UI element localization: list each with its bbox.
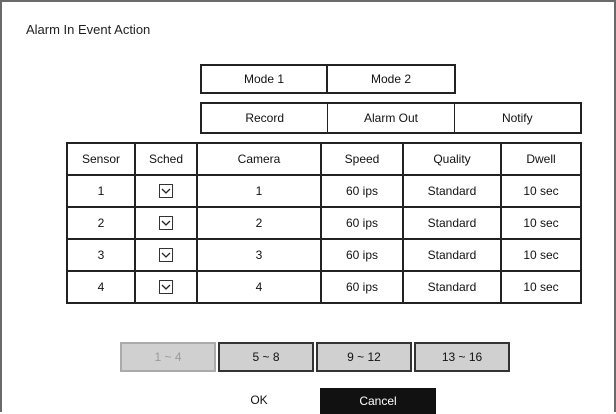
header-dwell: Dwell: [500, 142, 582, 176]
check-icon: [161, 188, 171, 195]
quality-cell[interactable]: Standard: [402, 206, 502, 240]
camera-cell[interactable]: 1: [196, 174, 322, 208]
sensor-cell: 4: [66, 270, 136, 304]
sensor-cell: 3: [66, 238, 136, 272]
table-row: 4 4 60 ips Standard 10 sec: [66, 270, 582, 304]
sensor-cell: 1: [66, 174, 136, 208]
quality-cell[interactable]: Standard: [402, 270, 502, 304]
camera-cell[interactable]: 4: [196, 270, 322, 304]
mode-1-label: Mode 1: [243, 72, 285, 86]
dwell-cell[interactable]: 10 sec: [500, 206, 582, 240]
page-9-12-label: 9 ~ 12: [347, 350, 381, 364]
header-speed: Speed: [320, 142, 404, 176]
header-sensor: Sensor: [66, 142, 136, 176]
table-row: 1 1 60 ips Standard 10 sec: [66, 174, 582, 208]
sched-cell[interactable]: [134, 238, 198, 272]
page-1-4-button[interactable]: 1 ~ 4: [120, 342, 216, 372]
cancel-button[interactable]: Cancel: [320, 388, 436, 414]
sched-checkbox[interactable]: [159, 184, 173, 199]
mode-2-label: Mode 2: [370, 72, 412, 86]
header-camera: Camera: [196, 142, 322, 176]
quality-cell[interactable]: Standard: [402, 238, 502, 272]
speed-cell[interactable]: 60 ips: [320, 206, 404, 240]
mode-2-tab[interactable]: Mode 2: [326, 64, 456, 94]
check-icon: [161, 220, 171, 227]
page-5-8-button[interactable]: 5 ~ 8: [218, 342, 314, 372]
header-sched: Sched: [134, 142, 198, 176]
camera-cell[interactable]: 2: [196, 206, 322, 240]
speed-cell[interactable]: 60 ips: [320, 238, 404, 272]
dwell-cell[interactable]: 10 sec: [500, 174, 582, 208]
header-quality: Quality: [402, 142, 502, 176]
tab-notify[interactable]: Notify: [455, 104, 580, 132]
sched-checkbox[interactable]: [159, 280, 173, 295]
table-row: 3 3 60 ips Standard 10 sec: [66, 238, 582, 272]
dialog-title: Alarm In Event Action: [26, 22, 151, 37]
sched-cell[interactable]: [134, 174, 198, 208]
tab-alarm-out-label: Alarm Out: [363, 111, 418, 125]
table-row: 2 2 60 ips Standard 10 sec: [66, 206, 582, 240]
tab-record[interactable]: Record: [202, 104, 329, 132]
sensor-cell: 2: [66, 206, 136, 240]
check-icon: [161, 284, 171, 291]
speed-cell[interactable]: 60 ips: [320, 270, 404, 304]
speed-cell[interactable]: 60 ips: [320, 174, 404, 208]
sched-checkbox[interactable]: [159, 248, 173, 263]
action-tabs: Record Alarm Out Notify: [200, 102, 582, 134]
tab-notify-label: Notify: [501, 111, 533, 125]
tab-alarm-out[interactable]: Alarm Out: [328, 104, 455, 132]
sched-checkbox[interactable]: [159, 216, 173, 231]
camera-cell[interactable]: 3: [196, 238, 322, 272]
tab-record-label: Record: [245, 111, 284, 125]
sched-cell[interactable]: [134, 206, 198, 240]
sched-cell[interactable]: [134, 270, 198, 304]
dwell-cell[interactable]: 10 sec: [500, 270, 582, 304]
sensor-table: Sensor Sched Camera Speed Quality Dwell …: [66, 142, 582, 304]
alarm-in-event-action-dialog: Alarm In Event Action Mode 1 Mode 2 Reco…: [0, 0, 616, 414]
page-1-4-label: 1 ~ 4: [154, 350, 182, 364]
dwell-cell[interactable]: 10 sec: [500, 238, 582, 272]
table-header-row: Sensor Sched Camera Speed Quality Dwell: [66, 142, 582, 176]
page-9-12-button[interactable]: 9 ~ 12: [316, 342, 412, 372]
check-icon: [161, 252, 171, 259]
quality-cell[interactable]: Standard: [402, 174, 502, 208]
ok-button[interactable]: OK: [234, 388, 284, 412]
mode-1-tab[interactable]: Mode 1: [200, 64, 328, 94]
page-13-16-label: 13 ~ 16: [441, 350, 483, 364]
page-13-16-button[interactable]: 13 ~ 16: [414, 342, 510, 372]
page-5-8-label: 5 ~ 8: [252, 350, 280, 364]
